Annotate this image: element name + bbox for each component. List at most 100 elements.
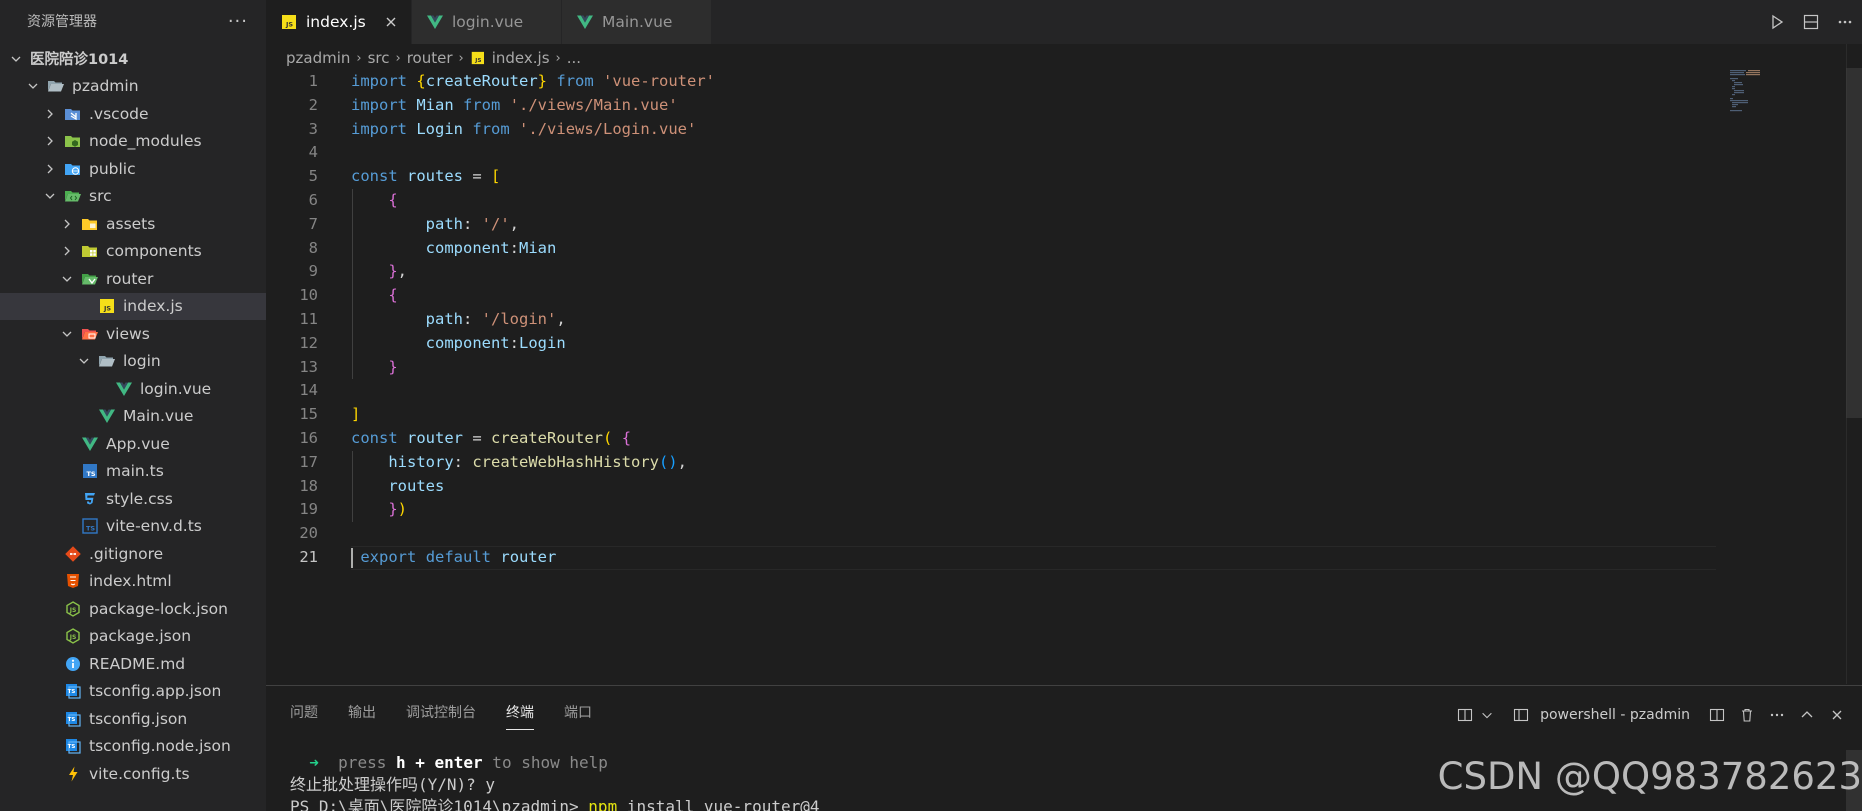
chevron-up-icon[interactable] [1792,700,1822,730]
split-editor-icon[interactable] [1794,0,1828,44]
code-line[interactable]: 13 } [266,355,1726,380]
code-token: routes [388,476,445,495]
code-line[interactable]: 6 { [266,188,1726,213]
tab-login-vue[interactable]: login.vue [412,0,562,44]
tree-item[interactable]: Main.vue [0,403,266,431]
more-actions-icon[interactable] [1828,0,1862,44]
tree-item[interactable]: style.css [0,485,266,513]
code-line[interactable]: 1 import {createRouter} from 'vue-router' [266,70,1726,94]
tree-item[interactable]: TS vite-env.d.ts [0,513,266,541]
run-icon[interactable] [1760,0,1794,44]
terminal-name[interactable]: powershell - pzadmin [1540,707,1690,723]
chevron-right-icon: › [356,50,362,66]
close-icon[interactable] [383,14,399,30]
tree-item[interactable]: TS main.ts [0,458,266,486]
code-token: ] [351,405,361,424]
tree-item[interactable]: public [0,155,266,183]
tree-item[interactable]: login.vue [0,375,266,403]
split-terminal-icon[interactable] [1702,700,1732,730]
tree-item[interactable]: .gitignore [0,540,266,568]
tab-ports[interactable]: 端口 [564,702,592,728]
chevron-down-icon[interactable] [1480,700,1494,730]
code-token: , [509,214,519,233]
tree-item[interactable]: README.md [0,650,266,678]
split-terminal-icon[interactable] [1450,700,1480,730]
trash-icon[interactable] [1732,700,1762,730]
more-actions-icon[interactable] [1762,700,1792,730]
code-text: import Mian from './views/Main.vue' [351,94,678,118]
chevron-right-icon[interactable] [42,108,58,120]
code-line[interactable]: 14 [266,379,1726,403]
tab-problems[interactable]: 问题 [290,702,318,728]
chevron-right-icon[interactable] [42,135,58,147]
code-line[interactable]: 10 { [266,284,1726,308]
tree-item-label: login [123,352,161,371]
code-line[interactable]: 3 import Login from './views/Login.vue' [266,118,1726,142]
tree-item[interactable]: TS tsconfig.node.json [0,733,266,761]
tree-item[interactable]: .vscode [0,100,266,128]
tree-item[interactable]: JS package-lock.json [0,595,266,623]
breadcrumb-item[interactable]: pzadmin [286,49,350,67]
tab-main-vue[interactable]: Main.vue [562,0,712,44]
minimap[interactable] [1730,68,1775,118]
chevron-down-icon[interactable] [59,273,75,285]
code-line[interactable]: 19 }) [266,498,1726,523]
chevron-right-icon[interactable] [59,218,75,230]
tab-output[interactable]: 输出 [348,702,376,728]
tree-item[interactable]: components [0,238,266,266]
tree-item[interactable]: TS tsconfig.app.json [0,678,266,706]
code-line[interactable]: 12 component:Login [266,331,1726,356]
tree-item[interactable]: vite.config.ts [0,760,266,788]
tree-item[interactable]: JS index.js [0,292,266,320]
code-line[interactable]: 8 component:Mian [266,236,1726,261]
terminal-output[interactable]: ➜ press h + enter to show help 终止批处理操作吗(Y… [290,752,820,811]
code-line[interactable]: 15] [266,403,1726,427]
tree-item[interactable]: index.html [0,568,266,596]
code-token: router [500,547,557,566]
close-icon[interactable] [1822,700,1852,730]
code-editor[interactable]: 1 import {createRouter} from 'vue-router'… [266,70,1726,570]
code-line[interactable]: 9 }, [266,260,1726,285]
tree-item[interactable]: views [0,320,266,348]
code-line[interactable]: 16 const router = createRouter( { [266,427,1726,451]
tree-item[interactable]: assets [0,210,266,238]
breadcrumb-item[interactable]: src [368,49,390,67]
tree-item[interactable]: App.vue [0,430,266,458]
tab-index-js[interactable]: JS index.js [266,0,412,44]
tree-item[interactable]: pzadmin [0,73,266,101]
tree-item-label: vite-env.d.ts [106,517,202,536]
tree-item-label: .vscode [89,104,149,123]
tree-item[interactable]: JS package.json [0,623,266,651]
more-actions-icon[interactable]: ··· [228,11,248,32]
code-line[interactable]: 2 import Mian from './views/Main.vue' [266,94,1726,118]
code-line[interactable]: 5 const routes = [ [266,165,1726,189]
code-line[interactable]: 21 export default router [266,545,1726,570]
tree-item[interactable]: node_modules [0,128,266,156]
breadcrumb-item[interactable]: router [407,49,453,67]
tree-item[interactable]: TS tsconfig.json [0,705,266,733]
tree-item[interactable]: login [0,348,266,376]
tab-terminal[interactable]: 终端 [506,702,534,730]
tree-item[interactable]: 医院陪诊1014 [0,45,266,73]
chevron-down-icon[interactable] [59,328,75,340]
tree-item[interactable]: src [0,183,266,211]
chevron-down-icon[interactable] [76,355,92,367]
chevron-right-icon[interactable] [42,163,58,175]
breadcrumb-item[interactable]: index.js [492,49,550,67]
breadcrumb-item[interactable]: ... [567,49,581,67]
code-line[interactable]: 18 routes [266,474,1726,499]
code-line[interactable]: 7 path: '/', [266,212,1726,237]
chevron-down-icon[interactable] [8,53,24,65]
tab-debug-console[interactable]: 调试控制台 [406,702,476,728]
code-line[interactable]: 20 [266,522,1726,546]
editor-scrollbar[interactable] [1846,68,1862,418]
code-token: : [509,238,519,257]
code-line[interactable]: 17 history: createWebHashHistory(), [266,450,1726,475]
chevron-down-icon[interactable] [42,190,58,202]
code-line[interactable]: 4 [266,141,1726,165]
code-line[interactable]: 11 path: '/login', [266,307,1726,332]
chevron-down-icon[interactable] [25,80,41,92]
tree-item[interactable]: router [0,265,266,293]
chevron-right-icon[interactable] [59,245,75,257]
